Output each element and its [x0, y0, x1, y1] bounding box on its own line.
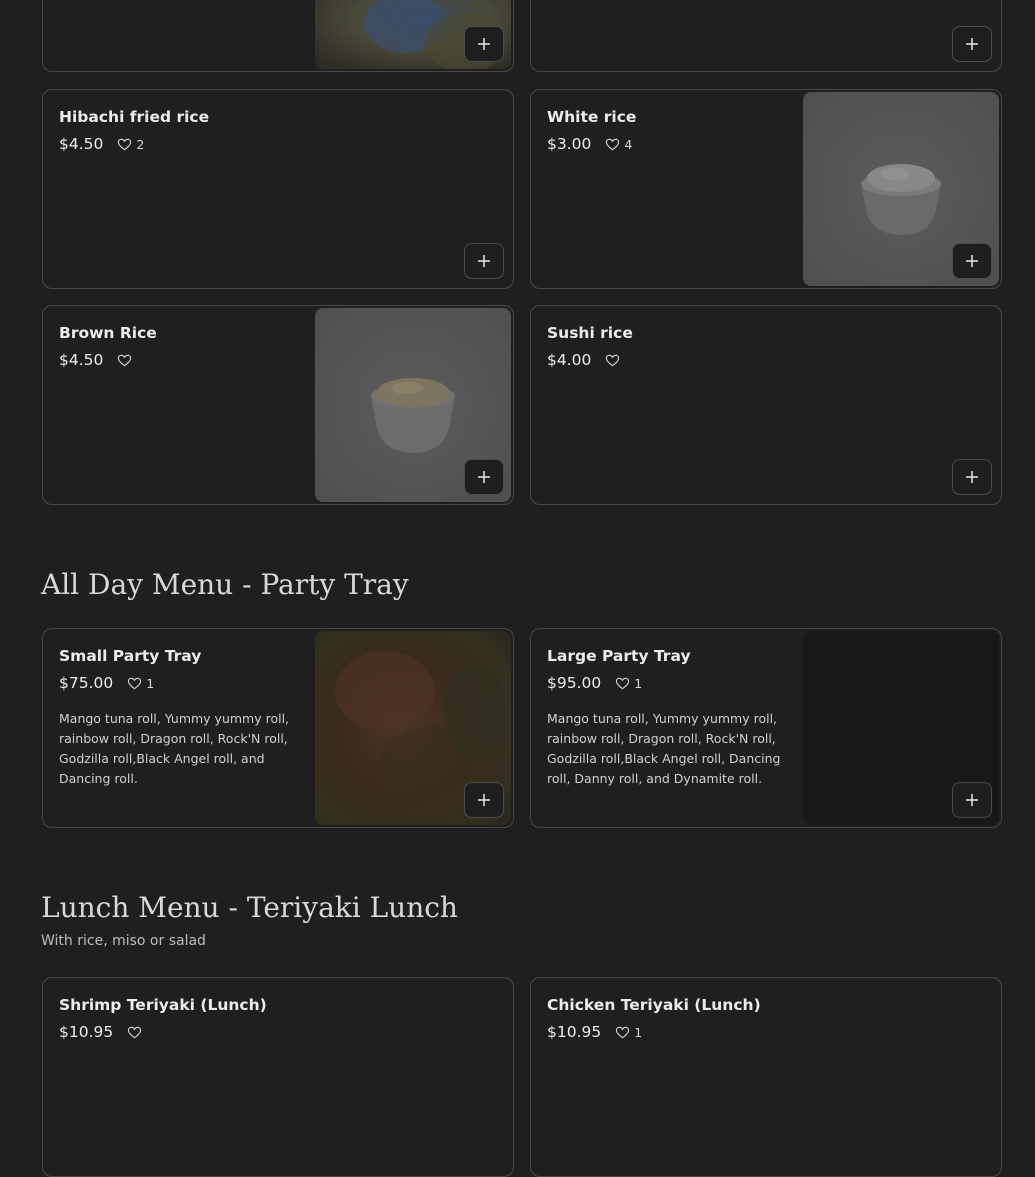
- plus-icon: [966, 794, 978, 806]
- plus-icon: [966, 471, 978, 483]
- menu-item-card[interactable]: Large Party Tray $95.00 1 Mango tuna rol…: [530, 628, 1002, 828]
- add-to-cart-button[interactable]: [952, 26, 992, 62]
- item-name: Shrimp Teriyaki (Lunch): [59, 996, 267, 1014]
- plus-icon: [478, 794, 490, 806]
- item-price: $10.95: [547, 1023, 602, 1041]
- item-name: Large Party Tray: [547, 647, 691, 665]
- plus-icon: [478, 38, 490, 50]
- item-meta: $4.50: [59, 351, 136, 369]
- section-title: Lunch Menu - Teriyaki Lunch: [41, 891, 458, 924]
- section-title: All Day Menu - Party Tray: [41, 568, 409, 601]
- item-name: Hibachi fried rice: [59, 108, 210, 126]
- item-meta: $4.50 2: [59, 135, 144, 153]
- menu-item-card[interactable]: Shrimp Teriyaki (Lunch) $10.95: [42, 977, 514, 1177]
- add-to-cart-button[interactable]: [464, 243, 504, 279]
- item-name: Brown Rice: [59, 324, 157, 342]
- like-button[interactable]: [127, 1025, 146, 1040]
- heart-outline-icon: [128, 1026, 142, 1038]
- menu-item-card[interactable]: Small Party Tray $75.00 1 Mango tuna rol…: [42, 628, 514, 828]
- like-button[interactable]: [605, 353, 624, 368]
- add-to-cart-button[interactable]: [952, 459, 992, 495]
- item-price: $75.00: [59, 674, 114, 692]
- section-subtitle: With rice, miso or salad: [41, 933, 206, 949]
- item-description: Mango tuna roll, Yummy yummy roll, rainb…: [59, 711, 290, 786]
- like-button[interactable]: 4: [605, 137, 632, 152]
- menu-item-card[interactable]: Brown Rice $4.50: [42, 305, 514, 505]
- heart-outline-icon: [606, 138, 620, 150]
- like-count: 1: [634, 1024, 643, 1040]
- plus-icon: [478, 255, 490, 267]
- heart-outline-icon: [118, 138, 132, 150]
- item-meta: $10.95 1: [547, 1023, 642, 1041]
- add-to-cart-button[interactable]: [952, 782, 992, 818]
- item-price: $4.50: [59, 135, 104, 153]
- item-name: Small Party Tray: [59, 647, 202, 665]
- like-button[interactable]: 1: [615, 676, 642, 691]
- item-meta: $95.00 1: [547, 674, 642, 692]
- item-name: Chicken Teriyaki (Lunch): [547, 996, 761, 1014]
- add-to-cart-button[interactable]: [464, 459, 504, 495]
- like-button[interactable]: 2: [117, 137, 144, 152]
- add-to-cart-button[interactable]: [464, 782, 504, 818]
- menu-item-card[interactable]: Chicken Teriyaki (Lunch) $10.95 1: [530, 977, 1002, 1177]
- menu-item-card[interactable]: [530, 0, 1002, 72]
- menu-item-card[interactable]: Hibachi fried rice $4.50 2: [42, 89, 514, 289]
- item-meta: $3.00 4: [547, 135, 632, 153]
- like-count: 4: [624, 136, 633, 152]
- menu-item-card[interactable]: Sushi rice $4.00: [530, 305, 1002, 505]
- plus-icon: [478, 471, 490, 483]
- heart-outline-icon: [616, 677, 630, 689]
- item-price: $3.00: [547, 135, 592, 153]
- add-to-cart-button[interactable]: [952, 243, 992, 279]
- item-price: $4.00: [547, 351, 592, 369]
- heart-outline-icon: [606, 354, 620, 366]
- add-to-cart-button[interactable]: [464, 26, 504, 62]
- item-price: $4.50: [59, 351, 104, 369]
- like-count: 1: [146, 675, 155, 691]
- item-meta: $10.95: [59, 1023, 146, 1041]
- menu-item-card[interactable]: White rice $3.00 4: [530, 89, 1002, 289]
- plus-icon: [966, 255, 978, 267]
- heart-outline-icon: [128, 677, 142, 689]
- heart-outline-icon: [118, 354, 132, 366]
- like-count: 2: [136, 136, 145, 152]
- item-price: $95.00: [547, 674, 602, 692]
- menu-item-card[interactable]: [42, 0, 514, 72]
- item-description: Mango tuna roll, Yummy yummy roll, rainb…: [547, 711, 781, 786]
- item-price: $10.95: [59, 1023, 114, 1041]
- item-name: Sushi rice: [547, 324, 633, 342]
- item-meta: $75.00 1: [59, 674, 154, 692]
- item-name: White rice: [547, 108, 637, 126]
- plus-icon: [966, 38, 978, 50]
- heart-outline-icon: [616, 1026, 630, 1038]
- like-button[interactable]: 1: [127, 676, 154, 691]
- like-button[interactable]: [117, 353, 136, 368]
- like-button[interactable]: 1: [615, 1025, 642, 1040]
- like-count: 1: [634, 675, 643, 691]
- item-meta: $4.00: [547, 351, 624, 369]
